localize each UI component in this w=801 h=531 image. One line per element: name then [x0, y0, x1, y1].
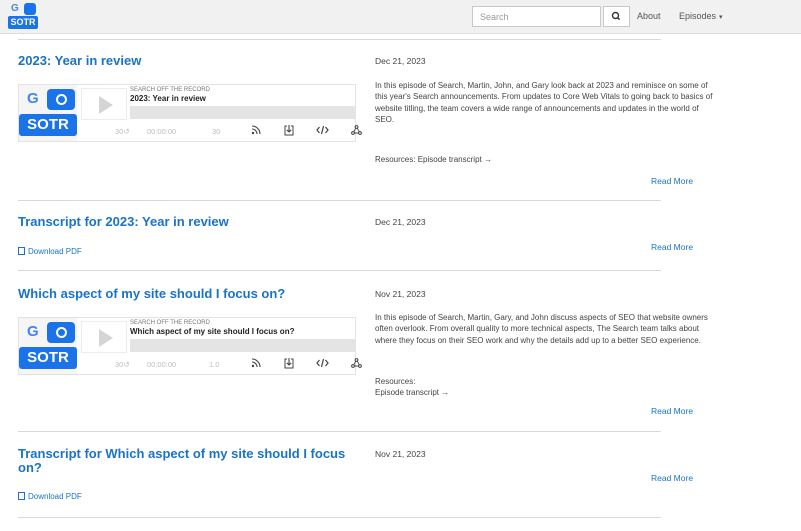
nav-episodes[interactable]: Episodes ▾	[679, 11, 723, 21]
rss-icon-svg	[251, 358, 261, 368]
embed-icon-svg	[316, 125, 329, 135]
post-date: Nov 21, 2023	[375, 289, 426, 299]
speed-button[interactable]: 1.0	[209, 360, 219, 369]
time-display: 00:00:00	[147, 127, 177, 136]
player-show-name: SEARCH OFF THE RECORD	[130, 87, 210, 93]
play-button[interactable]	[81, 88, 127, 120]
post-date: Nov 21, 2023	[375, 449, 426, 459]
artwork-search-icon	[47, 89, 75, 110]
rewind-button[interactable]: 30↺	[115, 127, 130, 136]
episode-transcript-link[interactable]: Episode transcript →	[418, 155, 492, 164]
chevron-down-icon: ▾	[719, 14, 723, 21]
share-icon-svg	[351, 358, 362, 368]
search-input[interactable]	[472, 6, 601, 27]
download-pdf-label: Download PDF	[28, 247, 82, 256]
download-icon[interactable]	[284, 358, 294, 372]
read-more-link[interactable]: Read More	[651, 406, 693, 416]
speed-button[interactable]: 30	[212, 127, 220, 136]
artwork-g: G	[27, 90, 39, 107]
document-icon	[18, 492, 25, 500]
post-resources: Resources: Episode transcript →	[375, 376, 449, 399]
resources-label: Resources:	[375, 155, 416, 164]
post-resources: Resources: Episode transcript →	[375, 154, 492, 165]
read-more-link[interactable]: Read More	[651, 242, 693, 252]
episode-artwork: G SOTR	[19, 85, 77, 141]
artwork-g: G	[27, 323, 39, 340]
player-controls: 30↺ 00:00:00 1.0	[79, 356, 362, 374]
rss-icon-svg	[251, 125, 261, 135]
divider	[18, 270, 661, 271]
player-episode-name: 2023: Year in review	[130, 94, 206, 103]
player-controls: 30↺ 00:00:00 30	[79, 123, 362, 141]
player-episode-name: Which aspect of my site should I focus o…	[130, 327, 295, 336]
share-icon-svg	[351, 125, 362, 135]
podcast-player: G SOTR SEARCH OFF THE RECORD 2023: Year …	[18, 84, 362, 142]
divider	[18, 200, 661, 201]
progress-bar[interactable]	[130, 106, 356, 119]
share-icon[interactable]	[351, 125, 362, 138]
document-icon	[18, 247, 25, 255]
podcast-player: G SOTR SEARCH OFF THE RECORD Which aspec…	[18, 317, 362, 375]
episode-transcript-link[interactable]: Episode transcript →	[375, 387, 449, 398]
post-date: Dec 21, 2023	[375, 217, 426, 227]
read-more-link[interactable]: Read More	[651, 176, 693, 186]
resources-label: Resources:	[375, 377, 416, 386]
download-pdf-link[interactable]: Download PDF	[18, 492, 82, 501]
top-bar: G SOTR About Episodes▾	[0, 0, 801, 34]
progress-bar[interactable]	[130, 339, 356, 352]
post-title[interactable]: Which aspect of my site should I focus o…	[18, 287, 285, 301]
sotr-logo[interactable]: G SOTR	[8, 2, 38, 30]
logo-search-icon	[24, 3, 36, 15]
search-button[interactable]	[603, 6, 630, 27]
artwork-sotr: SOTR	[19, 347, 77, 369]
embed-icon-svg	[316, 358, 329, 368]
download-icon-svg	[284, 125, 294, 136]
post-description: In this episode of Search, Martin, Gary,…	[375, 313, 708, 345]
embed-icon[interactable]	[316, 358, 329, 371]
rss-icon[interactable]	[251, 125, 261, 138]
divider	[18, 39, 661, 40]
nav-about[interactable]: About	[637, 11, 661, 21]
post-title[interactable]: 2023: Year in review	[18, 54, 141, 68]
post-description: In this episode of Search, Martin, John,…	[375, 81, 713, 125]
rewind-button[interactable]: 30↺	[115, 360, 130, 369]
play-button[interactable]	[81, 321, 127, 353]
download-icon[interactable]	[284, 125, 294, 139]
rss-icon[interactable]	[251, 358, 261, 371]
logo-sotr: SOTR	[8, 16, 38, 29]
episode-artwork: G SOTR	[19, 318, 77, 374]
divider	[18, 431, 661, 432]
download-pdf-link[interactable]: Download PDF	[18, 247, 82, 256]
nav-episodes-label: Episodes	[679, 11, 717, 21]
share-icon[interactable]	[351, 358, 362, 371]
post-date: Dec 21, 2023	[375, 56, 426, 66]
search-icon	[611, 11, 621, 21]
artwork-search-icon	[47, 322, 75, 343]
download-pdf-label: Download PDF	[28, 492, 82, 501]
embed-icon[interactable]	[316, 125, 329, 138]
artwork-sotr: SOTR	[19, 114, 77, 136]
post-title[interactable]: Transcript for 2023: Year in review	[18, 215, 229, 229]
time-display: 00:00:00	[147, 360, 177, 369]
read-more-link[interactable]: Read More	[651, 473, 693, 483]
post-title[interactable]: Transcript for Which aspect of my site s…	[18, 447, 353, 475]
logo-g: G	[11, 3, 19, 14]
player-show-name: SEARCH OFF THE RECORD	[130, 320, 210, 326]
divider	[18, 517, 661, 518]
download-icon-svg	[284, 358, 294, 369]
